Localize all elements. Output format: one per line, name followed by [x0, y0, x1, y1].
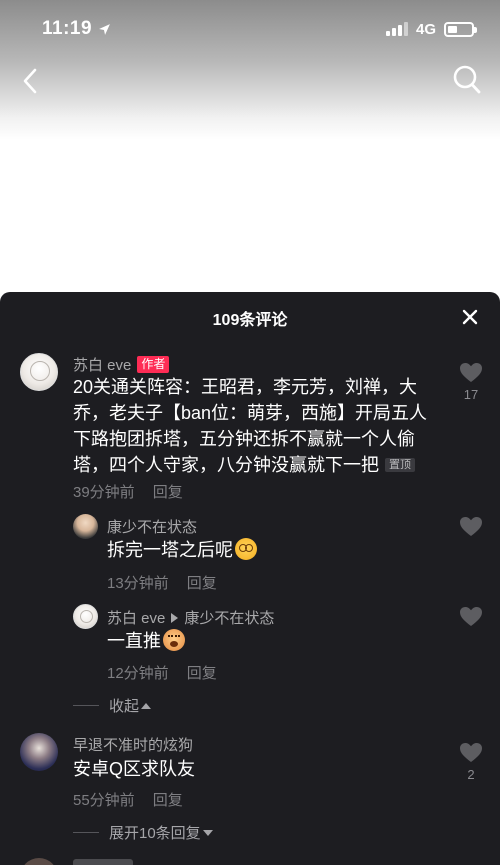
- status-left: 11:19: [42, 18, 111, 40]
- reply-button[interactable]: 回复: [187, 665, 217, 682]
- reply-time: 12分钟前: [107, 665, 169, 682]
- reply-text: 拆完一塔之后呢: [107, 537, 437, 563]
- close-icon: [462, 309, 478, 325]
- reply-button[interactable]: 回复: [153, 792, 183, 809]
- reply-author[interactable]: 苏白 eve 康少不在状态: [107, 607, 274, 628]
- status-right: 4G: [385, 20, 477, 38]
- comment-body: 安卓Q区求队友: [73, 759, 196, 779]
- avatar[interactable]: [73, 604, 98, 629]
- location-arrow-icon: [99, 23, 110, 35]
- reply-to-name: 康少不在状态: [184, 610, 275, 627]
- comment-time: 55分钟前: [73, 792, 135, 809]
- comments-count-title: 109条评论: [212, 312, 288, 329]
- comment-body: 20关通关阵容：王昭君，李元芳，刘禅，大乔，老夫子【ban位：萌芽，西施】开局五…: [73, 377, 428, 475]
- collapse-replies-button[interactable]: 收起: [73, 695, 152, 716]
- avatar[interactable]: [73, 514, 98, 539]
- search-button[interactable]: [452, 64, 482, 96]
- close-button[interactable]: [460, 307, 480, 327]
- expand-label: 展开10条回复: [109, 825, 201, 842]
- like-button[interactable]: [458, 516, 484, 537]
- avatar[interactable]: [20, 353, 58, 391]
- collapse-label: 收起: [109, 698, 140, 715]
- comment-author[interactable]: 早退不准时的炫狗: [73, 734, 193, 755]
- comment-meta: 55分钟前 回复: [73, 789, 183, 810]
- author-badge: 作者: [137, 356, 170, 373]
- pinned-badge: 置顶: [385, 458, 415, 472]
- author-name: 苏白 eve: [73, 357, 132, 374]
- like-button[interactable]: 2: [458, 742, 484, 782]
- comment-meta: 39分钟前 回复: [73, 481, 183, 502]
- scared-face-emoji-icon: [163, 629, 185, 651]
- dizzy-face-emoji-icon: [235, 538, 257, 560]
- status-bar: 11:19 4G: [0, 0, 500, 58]
- reply-to-arrow-icon: [171, 612, 179, 623]
- heart-icon: [460, 363, 482, 382]
- network-label: 4G: [415, 20, 436, 38]
- divider: [73, 705, 99, 706]
- battery-icon: [444, 21, 477, 37]
- like-count: 17: [463, 387, 479, 402]
- heart-icon: [460, 743, 482, 762]
- comment-text: 20关通关阵容：王昭君，李元芳，刘禅，大乔，老夫子【ban位：萌芽，西施】开局五…: [73, 374, 443, 478]
- reply-time: 13分钟前: [107, 575, 169, 592]
- comment-text: 安卓Q区求队友: [73, 756, 443, 782]
- signal-icon: [385, 22, 408, 36]
- like-button[interactable]: 17: [458, 362, 484, 402]
- reply-body: 一直推: [107, 631, 161, 651]
- back-button[interactable]: [20, 66, 42, 96]
- reply-meta: 12分钟前 回复: [107, 662, 217, 683]
- reply-text: 一直推: [107, 628, 437, 654]
- sheet-header: 109条评论: [0, 292, 500, 342]
- next-comment-author: [73, 859, 133, 865]
- search-icon: [453, 65, 481, 94]
- like-count: 2: [467, 767, 475, 782]
- comment-author[interactable]: 苏白 eve 作者: [73, 354, 170, 375]
- heart-icon: [460, 607, 482, 626]
- caret-down-icon: [202, 829, 213, 836]
- status-time: 11:19: [42, 18, 93, 39]
- author-name: 苏白 eve: [107, 610, 166, 627]
- like-button[interactable]: [458, 606, 484, 627]
- reply-button[interactable]: 回复: [187, 575, 217, 592]
- chevron-left-icon: [23, 68, 37, 94]
- author-name: 早退不准时的炫狗: [73, 737, 194, 754]
- avatar[interactable]: [20, 733, 58, 771]
- expand-replies-button[interactable]: 展开10条回复: [73, 822, 213, 843]
- comment-time: 39分钟前: [73, 484, 135, 501]
- reply-meta: 13分钟前 回复: [107, 572, 217, 593]
- heart-icon: [460, 517, 482, 536]
- author-name: 康少不在状态: [107, 519, 198, 536]
- reply-button[interactable]: 回复: [153, 484, 183, 501]
- divider: [73, 832, 99, 833]
- reply-body: 拆完一塔之后呢: [107, 540, 233, 560]
- caret-up-icon: [141, 702, 152, 709]
- reply-author[interactable]: 康少不在状态: [107, 516, 197, 537]
